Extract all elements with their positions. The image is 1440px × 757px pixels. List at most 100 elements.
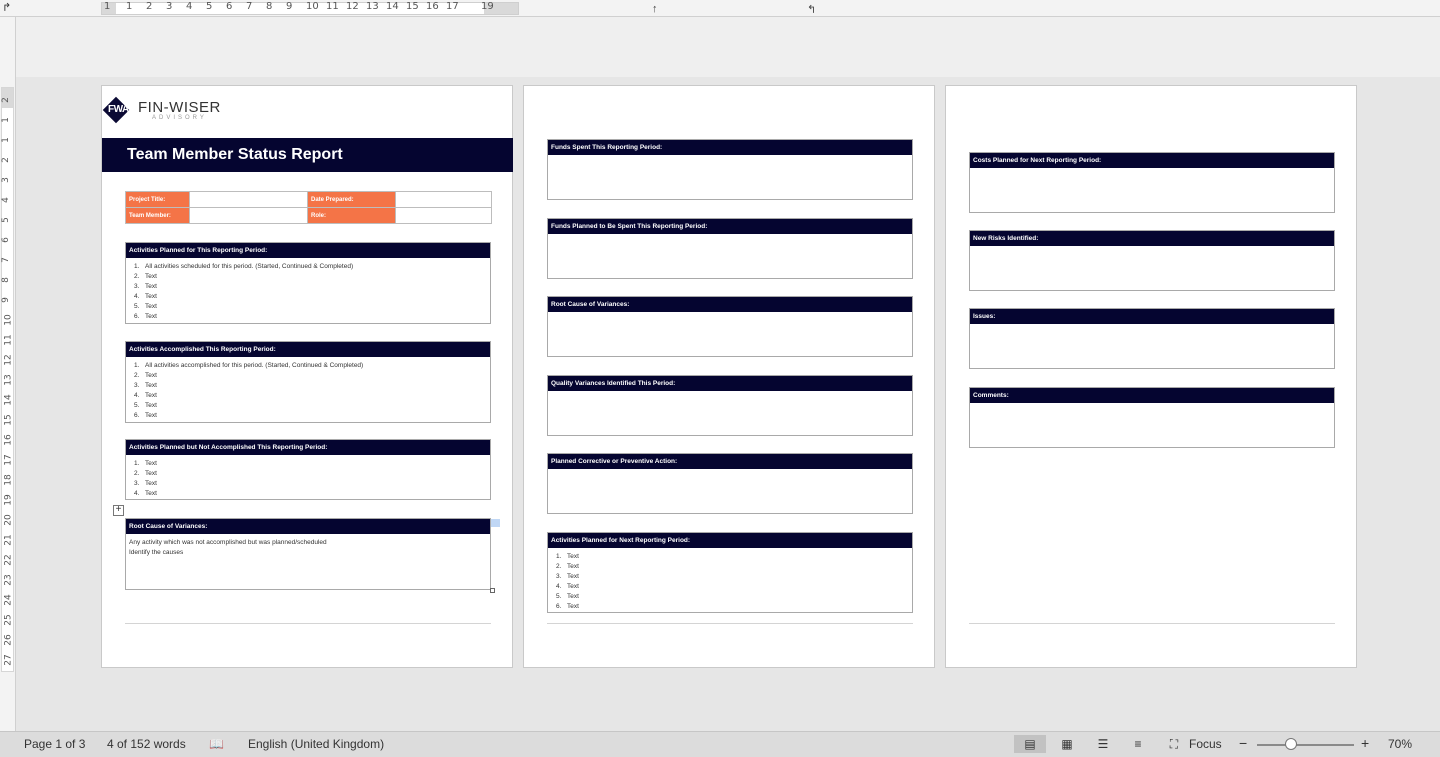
corrective-action-section[interactable]: Planned Corrective or Preventive Action: bbox=[547, 453, 913, 514]
role-label: Role: bbox=[307, 207, 396, 224]
issues-section[interactable]: Issues: bbox=[969, 308, 1335, 369]
list-item[interactable]: 3. Text bbox=[556, 572, 912, 582]
list-number: 6. bbox=[134, 313, 140, 320]
list-text: Text bbox=[145, 490, 157, 497]
page-3[interactable]: Costs Planned for Next Reporting Period:… bbox=[945, 85, 1357, 668]
comments-section[interactable]: Comments: bbox=[969, 387, 1335, 448]
list-item[interactable]: 3. Text bbox=[134, 479, 490, 489]
list-item[interactable]: 6. Text bbox=[556, 602, 912, 612]
list-number: 4. bbox=[134, 293, 140, 300]
team-member-cell[interactable] bbox=[189, 207, 308, 224]
vertical-ruler-number: 24 bbox=[3, 594, 14, 606]
activity-list[interactable]: 1. Text 2. Text 3. Text 4. Text bbox=[126, 455, 490, 499]
activities-accomplished-section[interactable]: Activities Accomplished This Reporting P… bbox=[125, 341, 491, 423]
vertical-ruler-number: 11 bbox=[3, 334, 14, 346]
list-item[interactable]: 3. Text bbox=[134, 282, 490, 292]
focus-icon[interactable]: ⛶ bbox=[1164, 735, 1184, 753]
page-2[interactable]: Funds Spent This Reporting Period: Funds… bbox=[523, 85, 935, 668]
activity-list[interactable]: 1. All activities scheduled for this peri… bbox=[126, 258, 490, 322]
proofing-icon[interactable]: 📖 bbox=[209, 737, 224, 751]
vertical-ruler[interactable]: 2 1 1 2 3 4 5 6 7 8 9 10 11 12 13 14 15 16 17 18 19 20 21 22 23 2… bbox=[0, 17, 16, 731]
web-layout-icon[interactable]: ▦ bbox=[1057, 735, 1077, 753]
ruler-number: 2 bbox=[146, 1, 153, 12]
list-item[interactable]: 2. Text bbox=[134, 272, 490, 282]
first-line-indent-icon[interactable]: ↑ bbox=[652, 3, 658, 15]
list-text: Text bbox=[567, 583, 579, 590]
list-item[interactable]: 4. Text bbox=[134, 292, 490, 302]
vertical-ruler-number: 2 bbox=[0, 157, 11, 163]
root-cause-section[interactable]: Root Cause of Variances: Any activity wh… bbox=[125, 518, 491, 590]
quality-variances-section[interactable]: Quality Variances Identified This Period… bbox=[547, 375, 913, 436]
tab-selector-icon[interactable]: ↱ bbox=[2, 1, 11, 14]
list-text: Text bbox=[145, 402, 157, 409]
table-resize-handle[interactable] bbox=[490, 588, 495, 593]
team-member-label: Team Member: bbox=[125, 207, 190, 224]
list-item[interactable]: 4. Text bbox=[556, 582, 912, 592]
list-number: 1. bbox=[556, 553, 562, 560]
list-item[interactable]: 1. Text bbox=[134, 459, 490, 469]
page-1[interactable]: FWA FIN-WISER ADVISORY Team Member Statu… bbox=[101, 85, 513, 668]
list-number: 3. bbox=[134, 283, 140, 290]
list-item[interactable]: 2. Text bbox=[134, 371, 490, 381]
list-item[interactable]: 2. Text bbox=[556, 562, 912, 572]
activities-not-accomplished-section[interactable]: Activities Planned but Not Accomplished … bbox=[125, 439, 491, 500]
company-logo: FWA FIN-WISER ADVISORY bbox=[102, 96, 234, 124]
vertical-ruler-number: 27 bbox=[3, 654, 14, 666]
next-activities-section[interactable]: Activities Planned for Next Reporting Pe… bbox=[547, 532, 913, 613]
focus-button[interactable]: Focus bbox=[1189, 737, 1222, 751]
list-text: Text bbox=[145, 392, 157, 399]
word-count[interactable]: 4 of 152 words bbox=[107, 737, 186, 751]
list-item[interactable]: 1. All activities accomplished for this p… bbox=[134, 361, 490, 371]
activity-list[interactable]: 1. All activities accomplished for this p… bbox=[126, 357, 490, 421]
project-title-cell[interactable] bbox=[189, 191, 308, 208]
list-item[interactable]: 5. Text bbox=[556, 592, 912, 602]
list-item[interactable]: 3. Text bbox=[134, 381, 490, 391]
list-number: 6. bbox=[556, 603, 562, 610]
vertical-ruler-number: 17 bbox=[3, 454, 14, 466]
list-number: 3. bbox=[134, 480, 140, 487]
vertical-ruler-number: 5 bbox=[0, 217, 11, 223]
vertical-ruler-number: 9 bbox=[0, 297, 11, 303]
list-item[interactable]: 2. Text bbox=[134, 469, 490, 479]
date-prepared-cell[interactable] bbox=[395, 191, 492, 208]
root-cause-text[interactable]: Any activity which was not accomplished … bbox=[126, 534, 490, 558]
print-layout-icon[interactable]: ▤ bbox=[1014, 735, 1046, 753]
activities-planned-section[interactable]: Activities Planned for This Reporting Pe… bbox=[125, 242, 491, 324]
new-risks-section[interactable]: New Risks Identified: bbox=[969, 230, 1335, 291]
list-item[interactable]: 4. Text bbox=[134, 489, 490, 499]
report-title[interactable]: Team Member Status Report bbox=[127, 146, 343, 164]
activity-list[interactable]: 1. Text 2. Text 3. Text 4. Text 5. Text 6. Text bbox=[548, 548, 912, 612]
funds-planned-section[interactable]: Funds Planned to Be Spent This Reporting… bbox=[547, 218, 913, 279]
list-item[interactable]: 5. Text bbox=[134, 401, 490, 411]
list-item[interactable]: 1. All activities scheduled for this peri… bbox=[134, 262, 490, 272]
outline-view-icon[interactable]: ☰ bbox=[1093, 735, 1113, 753]
horizontal-ruler[interactable]: ↱ 1 1 2 3 4 5 6 7 8 9 10 11 12 13 14 15 16 17 19 ↑ ↰ bbox=[0, 0, 1440, 17]
zoom-slider[interactable] bbox=[1257, 744, 1354, 746]
list-item[interactable]: 5. Text bbox=[134, 302, 490, 312]
right-indent-icon[interactable]: ↰ bbox=[807, 3, 816, 16]
zoom-level[interactable]: 70% bbox=[1388, 737, 1412, 751]
list-item[interactable]: 6. Text bbox=[134, 312, 490, 322]
list-text: Text bbox=[145, 470, 157, 477]
costs-next-section[interactable]: Costs Planned for Next Reporting Period: bbox=[969, 152, 1335, 213]
list-number: 5. bbox=[134, 303, 140, 310]
list-number: 2. bbox=[134, 273, 140, 280]
table-move-handle-icon[interactable]: + bbox=[113, 505, 124, 516]
list-item[interactable]: 4. Text bbox=[134, 391, 490, 401]
zoom-in-icon[interactable]: + bbox=[1361, 735, 1369, 751]
vertical-ruler-number: 13 bbox=[3, 374, 14, 386]
zoom-out-icon[interactable]: − bbox=[1239, 735, 1247, 751]
logo-brand: FIN-WISER bbox=[138, 99, 221, 116]
page-count[interactable]: Page 1 of 3 bbox=[24, 737, 85, 751]
list-number: 3. bbox=[556, 573, 562, 580]
funds-spent-section[interactable]: Funds Spent This Reporting Period: bbox=[547, 139, 913, 200]
vertical-ruler-number: 8 bbox=[0, 277, 11, 283]
section-header: Costs Planned for Next Reporting Period: bbox=[970, 153, 1334, 168]
language-indicator[interactable]: English (United Kingdom) bbox=[248, 737, 384, 751]
draft-view-icon[interactable]: ≡ bbox=[1128, 735, 1148, 753]
root-cause-variances-section[interactable]: Root Cause of Variances: bbox=[547, 296, 913, 357]
zoom-slider-thumb[interactable] bbox=[1285, 738, 1297, 750]
list-item[interactable]: 6. Text bbox=[134, 411, 490, 421]
list-item[interactable]: 1. Text bbox=[556, 552, 912, 562]
role-cell[interactable] bbox=[395, 207, 492, 224]
